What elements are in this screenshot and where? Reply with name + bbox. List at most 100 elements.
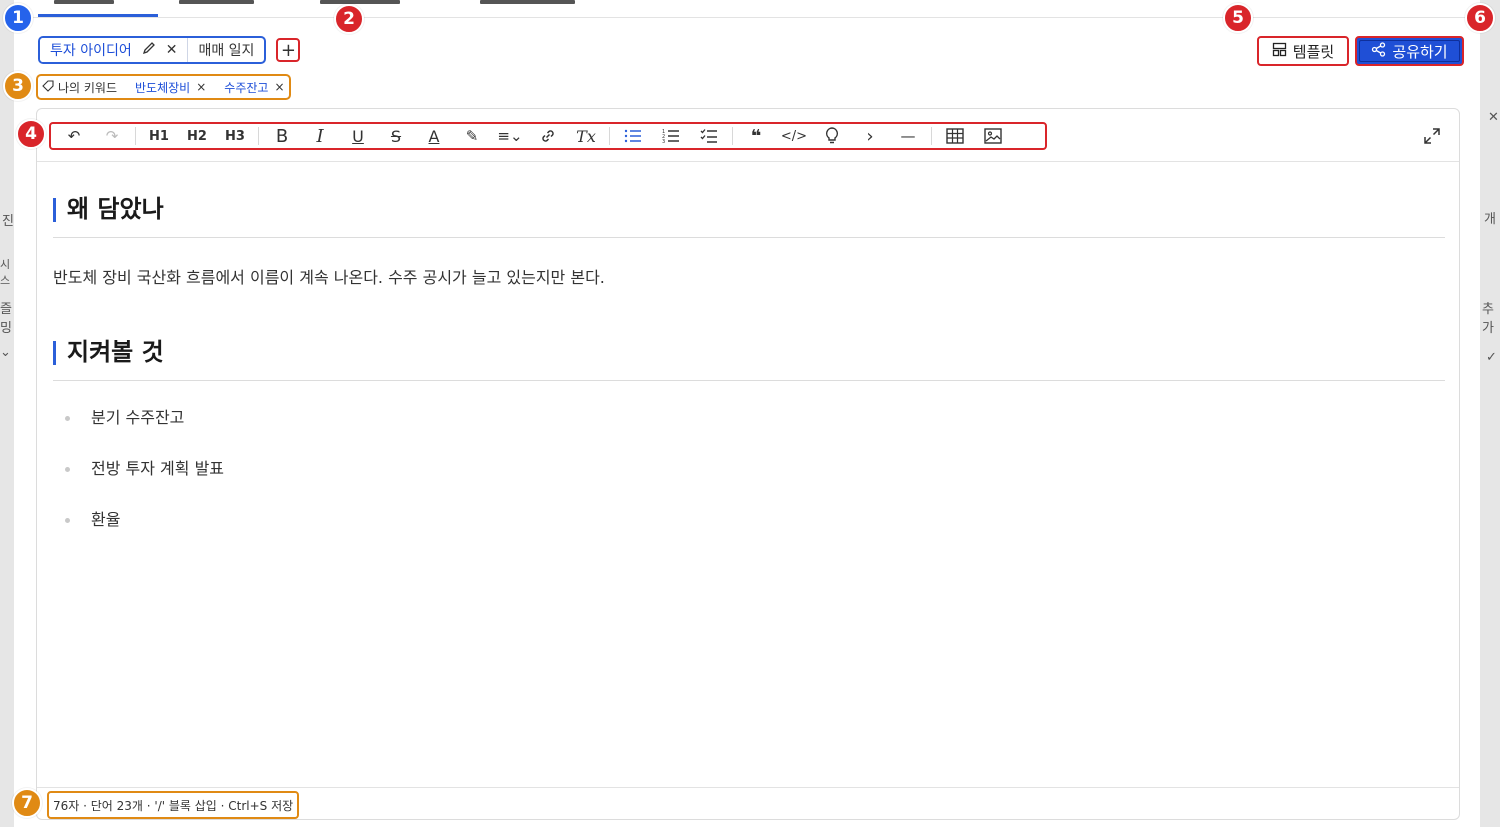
background-right-panel: ✕ 개 추가 ✓ bbox=[1480, 0, 1500, 827]
underline-button[interactable]: U bbox=[339, 124, 377, 148]
tab-stub[interactable] bbox=[179, 0, 254, 4]
task-list-button[interactable] bbox=[690, 124, 728, 148]
marker-badge-4: 4 bbox=[16, 119, 46, 149]
keyword-chip-label: 수주잔고 bbox=[224, 80, 269, 95]
section-heading: 지켜볼 것 bbox=[53, 332, 1445, 372]
template-button-label: 템플릿 bbox=[1292, 42, 1335, 61]
ordered-list-icon: 123 bbox=[662, 129, 679, 144]
document-tabs: 투자 아이디어 ✕ 매매 일지 + bbox=[38, 36, 301, 64]
keyword-chip[interactable]: 반도체장비 × bbox=[135, 79, 206, 96]
list-item: 환율 bbox=[53, 503, 1445, 554]
editor-toolbar: ↶ ↷ H1 H2 H3 B I U S A ✎ ≡⌄ Tx 123 ❝ </>… bbox=[49, 122, 1047, 150]
link-icon bbox=[542, 130, 554, 142]
clear-format-button[interactable]: Tx bbox=[567, 124, 605, 148]
keyword-label-text: 나의 키워드 bbox=[58, 80, 118, 95]
keyword-label: 나의 키워드 bbox=[42, 79, 117, 96]
redo-button[interactable]: ↷ bbox=[93, 124, 131, 148]
background-text: ✕ bbox=[1488, 110, 1499, 125]
tab-stub[interactable] bbox=[54, 0, 114, 4]
marker-badge-2: 2 bbox=[334, 4, 364, 34]
heading-rule bbox=[53, 380, 1445, 381]
footer-divider bbox=[37, 787, 1459, 788]
keyword-chip-label: 반도체장비 bbox=[135, 80, 191, 95]
marker-badge-7: 7 bbox=[12, 788, 42, 818]
add-tab-button[interactable]: + bbox=[276, 38, 301, 62]
toggle-block-button[interactable]: › bbox=[851, 124, 889, 148]
background-text: ⌄ bbox=[0, 345, 11, 360]
ordered-list-button[interactable]: 123 bbox=[652, 124, 690, 148]
image-button[interactable] bbox=[974, 124, 1012, 148]
toolbar-divider bbox=[609, 127, 610, 145]
callout-button[interactable] bbox=[813, 124, 851, 148]
background-left-panel: 진 시스 즐밍 ⌄ bbox=[0, 0, 14, 827]
close-icon[interactable]: × bbox=[274, 80, 284, 94]
note-editor-modal: 투자 아이디어 ✕ 매매 일지 + 나의 키워드 반도체장비 × 수주잔고 × … bbox=[14, 0, 1480, 827]
bold-button[interactable]: B bbox=[263, 124, 301, 148]
link-button[interactable] bbox=[529, 124, 567, 148]
italic-button[interactable]: I bbox=[301, 124, 339, 148]
background-text: 시스 bbox=[0, 258, 11, 287]
text-color-button[interactable]: A bbox=[415, 124, 453, 148]
bullet-list: 분기 수주잔고 전방 투자 계획 발표 환율 bbox=[53, 401, 1445, 554]
toolbar-divider bbox=[258, 127, 259, 145]
close-icon[interactable]: ✕ bbox=[166, 42, 178, 58]
toolbar-divider bbox=[135, 127, 136, 145]
top-tab-strip bbox=[14, 0, 1480, 18]
status-bar: 76자 · 단어 23개 · '/' 블록 삽입 · Ctrl+S 저장 bbox=[47, 791, 300, 819]
undo-button[interactable]: ↶ bbox=[55, 124, 93, 148]
strikethrough-button[interactable]: S bbox=[377, 124, 415, 148]
image-icon bbox=[984, 128, 1002, 144]
tab-stub[interactable] bbox=[480, 0, 575, 4]
tab-label: 매매 일지 bbox=[198, 43, 255, 59]
share-button-focus-ring bbox=[1359, 40, 1460, 62]
tab-investment-idea[interactable]: 투자 아이디어 ✕ bbox=[40, 38, 189, 62]
bullet-list-button[interactable] bbox=[614, 124, 652, 148]
background-text: 개 bbox=[1484, 212, 1496, 227]
table-icon bbox=[946, 128, 964, 144]
heading2-button[interactable]: H2 bbox=[178, 124, 216, 148]
tab-label: 투자 아이디어 bbox=[50, 43, 132, 59]
share-button[interactable]: 공유하기 bbox=[1355, 36, 1464, 66]
background-text: 즐밍 bbox=[0, 302, 12, 336]
bullet-list-icon bbox=[624, 129, 641, 143]
align-dropdown[interactable]: ≡⌄ bbox=[491, 124, 529, 148]
tag-icon bbox=[42, 79, 54, 95]
tab-trading-journal[interactable]: 매매 일지 bbox=[188, 38, 264, 62]
document-content[interactable]: 왜 담았나 반도체 장비 국산화 흐름에서 이름이 계속 나온다. 수주 공시가… bbox=[53, 189, 1445, 554]
keyword-chip[interactable]: 수주잔고 × bbox=[224, 79, 284, 96]
marker-badge-3: 3 bbox=[3, 71, 33, 101]
active-tab-indicator bbox=[38, 14, 158, 17]
marker-badge-1: 1 bbox=[3, 3, 33, 33]
highlight-button[interactable]: ✎ bbox=[453, 124, 491, 148]
document-tab-group: 투자 아이디어 ✕ 매매 일지 bbox=[38, 36, 267, 64]
table-button[interactable] bbox=[936, 124, 974, 148]
divider-button[interactable]: — bbox=[889, 124, 927, 148]
svg-text:3: 3 bbox=[662, 139, 665, 144]
background-text: ✓ bbox=[1486, 350, 1497, 365]
task-list-icon bbox=[700, 129, 717, 143]
toolbar-divider-line bbox=[37, 161, 1459, 162]
lightbulb-icon bbox=[825, 127, 839, 144]
section-heading: 왜 담았나 bbox=[53, 189, 1445, 229]
template-icon bbox=[1272, 42, 1287, 61]
heading3-button[interactable]: H3 bbox=[216, 124, 254, 148]
paragraph: 반도체 장비 국산화 흐름에서 이름이 계속 나온다. 수주 공시가 늘고 있는… bbox=[53, 268, 605, 287]
marker-badge-5: 5 bbox=[1223, 3, 1253, 33]
tab-stub[interactable] bbox=[320, 0, 400, 4]
quote-button[interactable]: ❝ bbox=[737, 124, 775, 148]
code-button[interactable]: </> bbox=[775, 124, 813, 148]
background-text: 진 bbox=[2, 214, 14, 229]
list-item: 분기 수주잔고 bbox=[53, 401, 1445, 452]
rich-text-editor: ↶ ↷ H1 H2 H3 B I U S A ✎ ≡⌄ Tx 123 ❝ </>… bbox=[36, 108, 1460, 820]
expand-icon[interactable] bbox=[1421, 125, 1443, 147]
background-text: 추가 bbox=[1482, 302, 1494, 336]
template-button[interactable]: 템플릿 bbox=[1257, 36, 1349, 66]
close-icon[interactable]: × bbox=[196, 80, 206, 94]
heading-rule bbox=[53, 237, 1445, 238]
heading1-button[interactable]: H1 bbox=[140, 124, 178, 148]
toolbar-divider bbox=[931, 127, 932, 145]
keyword-row: 나의 키워드 반도체장비 × 수주잔고 × bbox=[36, 74, 291, 100]
marker-badge-6: 6 bbox=[1465, 3, 1495, 33]
pencil-icon[interactable] bbox=[142, 41, 156, 59]
toolbar-divider bbox=[732, 127, 733, 145]
